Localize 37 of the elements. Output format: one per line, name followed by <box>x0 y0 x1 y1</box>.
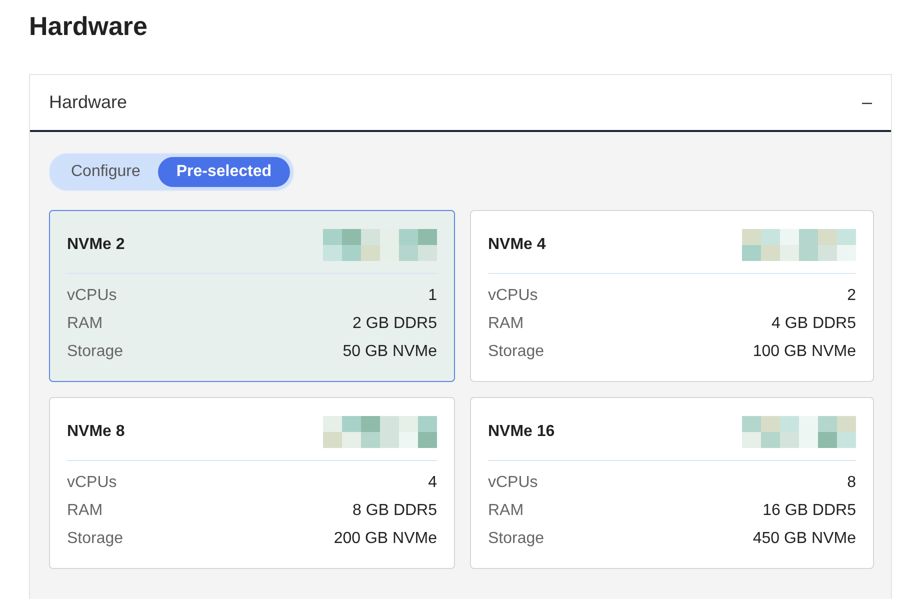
spec-label: RAM <box>488 315 524 333</box>
spec-label: RAM <box>488 502 524 520</box>
spec-label: vCPUs <box>488 287 538 305</box>
plan-name: NVMe 16 <box>488 423 555 441</box>
spec-value: 4 GB DDR5 <box>772 315 856 333</box>
spec-label: Storage <box>488 530 544 548</box>
spec-value: 100 GB NVMe <box>752 343 856 361</box>
spec-label: vCPUs <box>67 287 117 305</box>
spec-value: 8 <box>847 474 856 492</box>
plan-name: NVMe 8 <box>67 423 125 441</box>
spec-label: RAM <box>67 315 103 333</box>
spec-value: 200 GB NVMe <box>334 530 437 548</box>
spec-value: 450 GB NVMe <box>752 530 856 548</box>
spec-value: 4 <box>428 474 437 492</box>
plan-name: NVMe 2 <box>67 236 125 254</box>
plan-card[interactable]: NVMe 8 vCPUs 4 RAM 8 GB DDR5 Storage 200 GB NVMe <box>49 397 455 569</box>
spec-value: 2 GB DDR5 <box>352 315 437 333</box>
spec-value: 2 <box>847 287 856 305</box>
spec-label: vCPUs <box>67 474 117 492</box>
spec-label: vCPUs <box>488 474 538 492</box>
mode-option[interactable]: Configure <box>53 157 158 187</box>
spec-value: 8 GB DDR5 <box>352 502 437 520</box>
collapse-toggle[interactable]: – <box>862 92 872 113</box>
page-title: Hardware <box>28 10 148 43</box>
plan-card[interactable]: NVMe 2 vCPUs 1 RAM 2 GB DDR5 Storage 50 GB NVMe <box>49 210 455 382</box>
plan-card[interactable]: NVMe 4 vCPUs 2 RAM 4 GB DDR5 Storage 100 GB NVMe <box>470 210 874 382</box>
panel-title: Hardware <box>49 92 128 113</box>
spec-label: Storage <box>488 343 544 361</box>
plan-name: NVMe 4 <box>488 236 546 254</box>
spec-label: RAM <box>67 502 103 520</box>
spec-value: 50 GB NVMe <box>342 343 437 361</box>
plan-card[interactable]: NVMe 16 vCPUs 8 RAM 16 GB DDR5 Storage 450 GB NVMe <box>470 397 874 569</box>
mode-option[interactable]: Pre-selected <box>158 157 290 187</box>
spec-value: 1 <box>428 287 437 305</box>
spec-label: Storage <box>67 530 124 548</box>
spec-value: 16 GB DDR5 <box>762 502 856 520</box>
spec-label: Storage <box>67 343 124 361</box>
